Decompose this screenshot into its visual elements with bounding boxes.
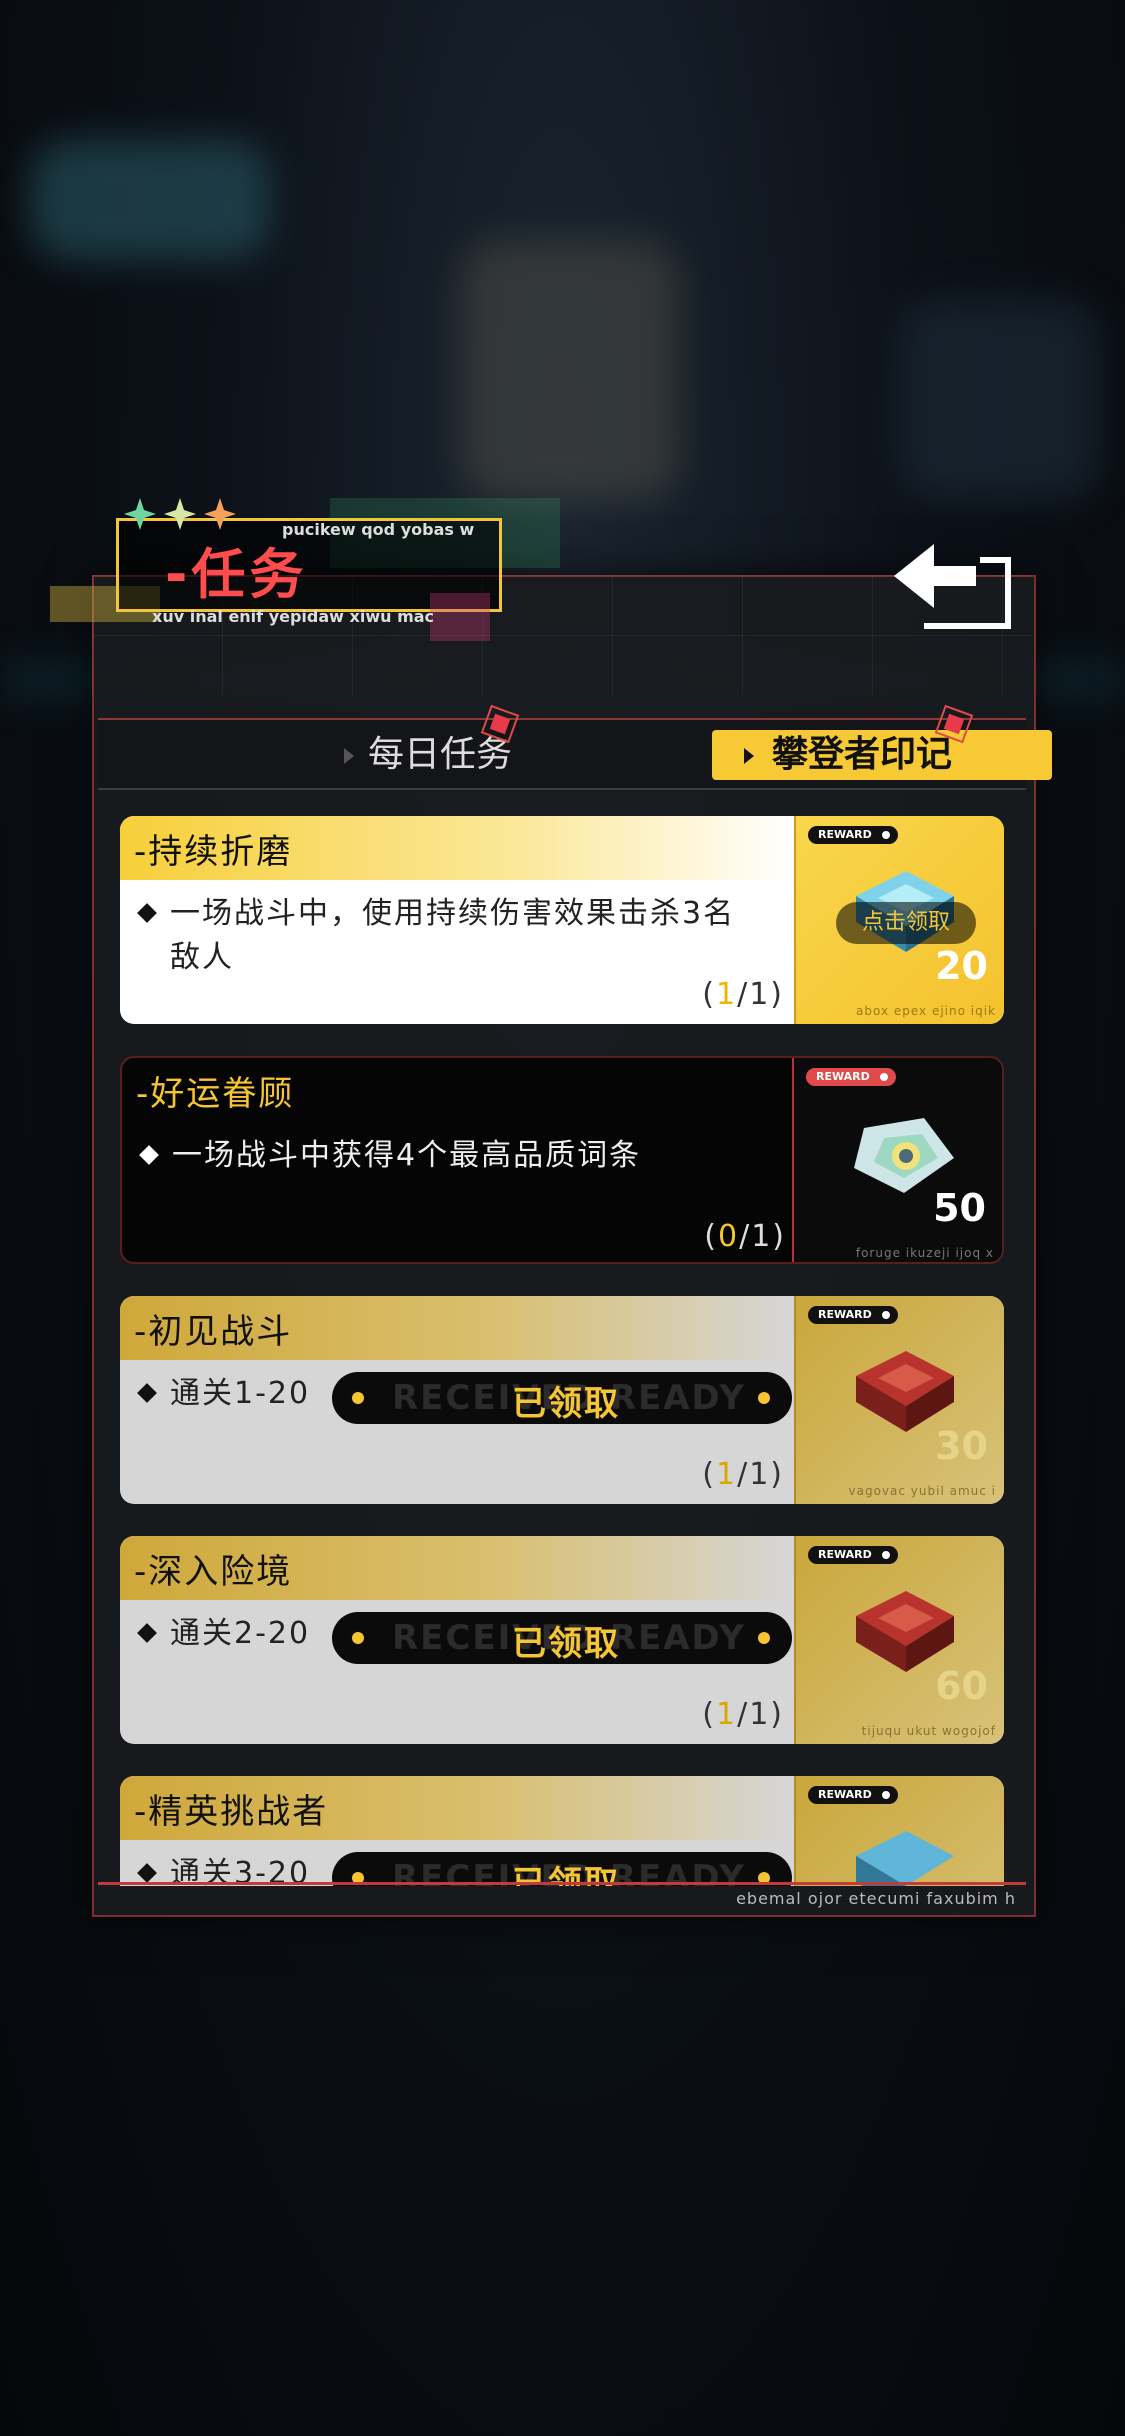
dot-icon: [758, 1632, 770, 1644]
task-description: 通关2-20: [170, 1616, 311, 1651]
received-button: RECEIVED READY 已领取: [332, 1372, 792, 1424]
reward-box[interactable]: REWARD 点击领取 20 abox epex ejino iqik: [794, 816, 1004, 1024]
background-blur: [900, 300, 1100, 500]
bullet-icon: [137, 1623, 157, 1643]
tab-climber-mark[interactable]: 攀登者印记: [712, 730, 1052, 780]
reward-tag: REWARD: [808, 826, 898, 844]
title-subtitle: pucikew qod yobas w: [282, 520, 475, 539]
dot-icon: [352, 1632, 364, 1644]
background-blur: [30, 140, 270, 260]
task-card: -深入险境 通关2-20 RECEIVED READY 已领取 (1/1) RE…: [120, 1536, 1004, 1744]
bullet-icon: [137, 1863, 157, 1883]
tab-marker-icon: [480, 704, 520, 744]
task-info: -初见战斗 通关1-20 RECEIVED READY 已领取 (1/1): [120, 1296, 792, 1504]
reward-count: 30: [935, 1424, 988, 1468]
task-description: 通关1-20: [170, 1376, 311, 1411]
task-name: -初见战斗: [134, 1312, 293, 1352]
dot-icon: [352, 1392, 364, 1404]
tab-marker-icon: [934, 704, 974, 744]
received-label: 已领取: [512, 1624, 620, 1664]
claim-button[interactable]: 点击领取: [836, 902, 976, 944]
reward-box: REWARD 60 tijuqu ukut wogojof: [794, 1536, 1004, 1744]
reward-code: tijuqu ukut wogojof: [861, 1724, 996, 1738]
task-progress: (1/1): [702, 1697, 784, 1732]
reward-tag: REWARD: [806, 1068, 896, 1086]
task-info: -持续折磨 一场战斗中，使用持续伤害效果击杀3名敌人 (1/1): [120, 816, 792, 1024]
task-card: -持续折磨 一场战斗中，使用持续伤害效果击杀3名敌人 (1/1) REWARD …: [120, 816, 1004, 1024]
reward-box: REWARD 30 vagovac yubil amuc i: [794, 1296, 1004, 1504]
task-info: -精英挑战者 通关3-20 RECEIVED READY 已领取: [120, 1776, 792, 1886]
dot-icon: [758, 1392, 770, 1404]
reward-tag: REWARD: [808, 1546, 898, 1564]
task-info: -深入险境 通关2-20 RECEIVED READY 已领取 (1/1): [120, 1536, 792, 1744]
reward-code: abox epex ejino iqik: [856, 1004, 996, 1018]
bullet-icon: [137, 903, 157, 923]
tab-bar: 每日任务 攀登者印记: [98, 718, 1052, 790]
task-card: -初见战斗 通关1-20 RECEIVED READY 已领取 (1/1) RE…: [120, 1296, 1004, 1504]
task-card: -好运眷顾 一场战斗中获得4个最高品质词条 (0/1) REWARD 50 fo…: [120, 1056, 1004, 1264]
task-card: -精英挑战者 通关3-20 RECEIVED READY 已领取 REWARD: [120, 1776, 1004, 1886]
footer-text: ebemal ojor etecumi faxubim h: [736, 1889, 1016, 1908]
star-icon: [124, 498, 156, 530]
task-name: -深入险境: [134, 1552, 293, 1592]
title-subtitle: xuv inal enif yepidaw xiwu mac: [152, 607, 435, 626]
reward-box[interactable]: REWARD 50 foruge ikuzeji ijoq x: [792, 1058, 1002, 1262]
reward-code: vagovac yubil amuc i: [848, 1484, 996, 1498]
received-button: RECEIVED READY 已领取: [332, 1612, 792, 1664]
bullet-icon: [139, 1145, 159, 1165]
task-description: 通关3-20: [170, 1856, 311, 1886]
panel-footer: ebemal ojor etecumi faxubim h: [98, 1882, 1026, 1913]
star-icon: [164, 498, 196, 530]
reward-tag: REWARD: [808, 1306, 898, 1324]
bullet-icon: [137, 1383, 157, 1403]
task-progress: (0/1): [704, 1219, 786, 1254]
task-progress: (1/1): [702, 977, 784, 1012]
task-description: 一场战斗中获得4个最高品质词条: [172, 1138, 642, 1173]
received-button: RECEIVED READY 已领取: [332, 1852, 792, 1886]
background-blur: [460, 240, 680, 500]
task-list[interactable]: -持续折磨 一场战斗中，使用持续伤害效果击杀3名敌人 (1/1) REWARD …: [120, 816, 1004, 1886]
reward-count: 50: [933, 1186, 986, 1230]
reward-chip-icon: [856, 1831, 954, 1886]
glitch-decoration: [430, 593, 490, 641]
task-name: -持续折磨: [134, 832, 293, 872]
star-icon: [204, 498, 236, 530]
star-rating: [124, 498, 236, 530]
task-name: -好运眷顾: [136, 1074, 295, 1114]
reward-box: REWARD: [794, 1776, 1004, 1886]
back-arrow-icon[interactable]: [884, 534, 1014, 634]
reward-code: foruge ikuzeji ijoq x: [855, 1246, 994, 1260]
task-description: 一场战斗中，使用持续伤害效果击杀3名敌人: [170, 896, 736, 975]
task-name: -精英挑战者: [134, 1792, 329, 1832]
task-info: -好运眷顾 一场战斗中获得4个最高品质词条 (0/1): [122, 1058, 794, 1262]
reward-tag: REWARD: [808, 1786, 898, 1804]
reward-count: 60: [935, 1664, 988, 1708]
page-title: -任务: [165, 543, 308, 606]
task-progress: (1/1): [702, 1457, 784, 1492]
reward-count: 20: [935, 944, 988, 988]
received-label: 已领取: [512, 1384, 620, 1424]
